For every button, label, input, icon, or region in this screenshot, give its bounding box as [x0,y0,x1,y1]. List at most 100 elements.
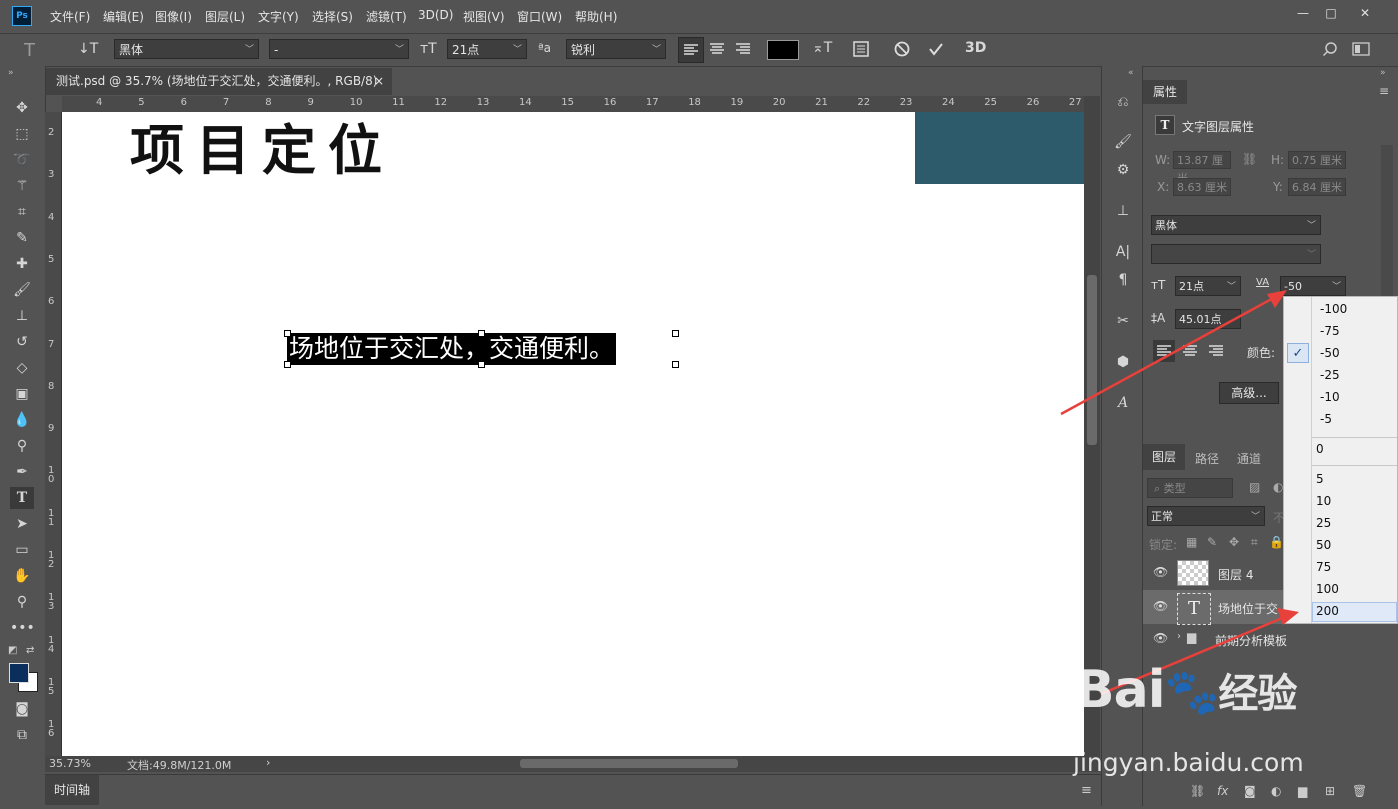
tracking-option[interactable]: 25 [1316,516,1331,530]
adjustments-icon[interactable]: ⚙ [1112,162,1134,178]
status-arrow-icon[interactable]: › [266,756,270,769]
document-tab[interactable]: 测试.psd @ 35.7% (场地位于交汇处，交通便利。, RGB/8) × [46,68,392,95]
tracking-option-selected[interactable]: -50 [1320,346,1340,360]
workspace-button[interactable] [1352,41,1372,57]
type-tool-preset-icon[interactable]: T [24,40,35,61]
foreground-color-swatch[interactable] [9,663,29,683]
default-colors-icon[interactable]: ◩ [8,645,17,656]
commit-edit-button[interactable] [927,40,945,58]
menu-layer[interactable]: 图层(L) [205,8,245,25]
font-style-select[interactable]: - ﹀ [269,39,409,59]
crop-tool[interactable]: ⌗ [10,201,34,223]
eraser-tool[interactable]: ◇ [10,357,34,379]
tracking-option[interactable]: 50 [1316,538,1331,552]
screen-mode-button[interactable]: ⧉ [10,724,34,746]
menu-type[interactable]: 文字(Y) [258,8,299,25]
clone-source-icon[interactable]: ⊥ [1112,203,1134,219]
transform-handle[interactable] [284,330,291,337]
character-panel-icon[interactable]: A| [1112,244,1134,260]
lasso-tool[interactable]: ➰ [10,149,34,171]
add-mask-icon[interactable]: ◙ [1244,784,1256,798]
character-panel-button[interactable] [852,40,870,58]
tracking-option[interactable]: 10 [1316,494,1331,508]
tracking-option[interactable]: -10 [1320,390,1340,404]
link-layers-icon[interactable]: ⛓ [1190,784,1205,798]
healing-brush-tool[interactable]: ✚ [10,253,34,275]
horizontal-scroll-thumb[interactable] [520,759,738,768]
brush-settings-icon[interactable]: 🖌 [1112,134,1134,150]
blur-tool[interactable]: 💧 [10,409,34,431]
history-brush-tool[interactable]: ↺ [10,331,34,353]
tracking-option[interactable]: 0 [1316,442,1324,456]
menu-window[interactable]: 窗口(W) [517,8,562,25]
tracking-option[interactable]: -75 [1320,324,1340,338]
menu-help[interactable]: 帮助(H) [575,8,617,25]
3d-button[interactable]: 3D [965,40,986,56]
transform-handle[interactable] [672,330,679,337]
rectangle-tool[interactable]: ▭ [10,539,34,561]
tracking-option[interactable]: 5 [1316,472,1324,486]
y-field[interactable]: 6.84 厘米 [1288,178,1346,196]
close-window-button[interactable]: ✕ [1352,4,1378,22]
transform-handle[interactable] [284,361,291,368]
align-right-button[interactable] [731,37,755,61]
zoom-tool[interactable]: ⚲ [10,591,34,613]
warp-text-icon[interactable]: ⌅T [812,40,832,56]
font-size-select[interactable]: 21点 ﹀ [447,39,527,59]
minimize-button[interactable]: — [1290,4,1316,22]
menu-view[interactable]: 视图(V) [463,8,505,25]
new-layer-icon[interactable]: ⊞ [1325,784,1335,798]
align-center-button[interactable] [705,37,729,61]
properties-font-family-select[interactable]: 黑体 ﹀ [1151,215,1321,235]
menu-filter[interactable]: 滤镜(T) [366,8,407,25]
collapse-dock-icon[interactable]: « [1128,68,1134,78]
collapse-toolbar-icon[interactable]: » [8,68,14,78]
font-family-select[interactable]: 黑体 ﹀ [114,39,259,59]
adjustment-layer-icon[interactable]: ◐ [1271,784,1281,798]
history-panel-icon[interactable]: ⎌ [1112,94,1134,110]
menu-image[interactable]: 图像(I) [155,8,192,25]
x-field[interactable]: 8.63 厘米 [1173,178,1231,196]
gradient-tool[interactable]: ▣ [10,383,34,405]
tracking-option-hovered[interactable]: 200 [1316,604,1339,618]
new-group-icon[interactable]: ▆ [1298,784,1307,798]
clone-stamp-tool[interactable]: ⊥ [10,305,34,327]
selected-text-layer[interactable]: 场地位于交汇处，交通便利。 [287,333,617,365]
tracking-option[interactable]: -5 [1320,412,1332,426]
zoom-level[interactable]: 35.73% [49,757,91,770]
document-canvas[interactable]: 项目定位 场地位于交汇处，交通便利。 [62,112,1084,756]
antialias-select[interactable]: 锐利 ﹀ [566,39,666,59]
layer-style-icon[interactable]: fx [1217,784,1228,798]
tracking-option[interactable]: 75 [1316,560,1331,574]
menu-file[interactable]: 文件(F) [50,8,90,25]
transform-handle[interactable] [672,361,679,368]
more-tools-button[interactable]: ••• [10,617,35,639]
toggle-orientation-icon[interactable]: ↓T [78,41,98,57]
collapse-panel-icon[interactable]: » [1380,68,1386,78]
tracking-option[interactable]: -25 [1320,368,1340,382]
dodge-tool[interactable]: ⚲ [10,435,34,457]
properties-font-style-select[interactable]: ﹀ [1151,244,1321,264]
eyedropper-tool[interactable]: ✎ [10,227,34,249]
panel-menu-icon[interactable]: ≡ [1081,783,1092,798]
swap-colors-icon[interactable]: ⇄ [26,645,34,656]
transform-handle[interactable] [478,330,485,337]
menu-select[interactable]: 选择(S) [312,8,353,25]
delete-layer-icon[interactable]: 🗑 [1352,784,1367,798]
transform-handle[interactable] [478,361,485,368]
menu-edit[interactable]: 编辑(E) [103,8,144,25]
menu-3d[interactable]: 3D(D) [418,8,453,22]
text-color-swatch[interactable] [767,40,799,60]
link-icon[interactable]: ⛓ [1242,152,1257,166]
pen-tool[interactable]: ✒ [10,461,34,483]
close-tab-icon[interactable]: × [374,68,384,95]
hand-tool[interactable]: ✋ [10,565,34,587]
maximize-button[interactable]: □ [1318,4,1344,22]
cancel-edit-button[interactable] [893,40,911,58]
path-selection-tool[interactable]: ➤ [10,513,34,535]
align-left-button[interactable] [678,37,704,63]
marquee-tool[interactable]: ⬚ [10,123,34,145]
panel-menu-icon[interactable]: ≡ [1379,84,1389,98]
search-button[interactable] [1322,41,1338,57]
properties-tab[interactable]: 属性 [1143,80,1187,104]
